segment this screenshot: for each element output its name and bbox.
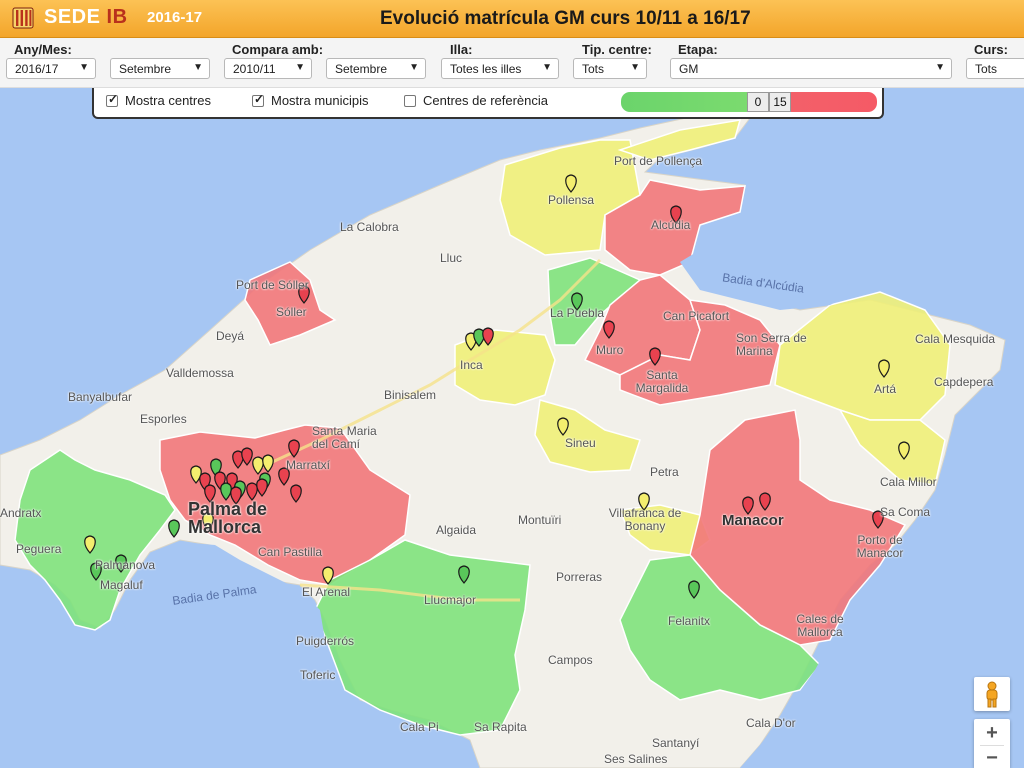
mostra-municipis-label: Mostra municipis bbox=[271, 93, 369, 108]
pegman-icon bbox=[986, 681, 998, 708]
town-label: Puigderrós bbox=[296, 634, 355, 648]
town-label: Campos bbox=[548, 653, 593, 667]
town-label: Binisalem bbox=[384, 388, 437, 402]
town-label: Sineu bbox=[565, 436, 596, 450]
town-label: Sa Coma bbox=[880, 505, 931, 519]
town-label: Sóller bbox=[276, 305, 307, 319]
town-label: Algaida bbox=[436, 523, 477, 537]
coat-of-arms-icon bbox=[12, 7, 34, 29]
town-label: Cala Pi bbox=[400, 720, 439, 734]
page-title: Evolució matrícula GM curs 10/11 a 16/17 bbox=[380, 8, 751, 29]
town-label: Felanitx bbox=[668, 614, 711, 628]
town-label: Pollensa bbox=[548, 193, 595, 207]
etapa-select[interactable]: GM ▼ bbox=[670, 58, 952, 79]
town-label: Son Serra de Marina bbox=[736, 331, 807, 358]
zoom-in-button[interactable]: + bbox=[974, 721, 1010, 745]
town-label: Alcúdia bbox=[651, 218, 691, 232]
mostra-centres-checkbox[interactable] bbox=[106, 92, 118, 107]
town-label: Artá bbox=[874, 382, 897, 396]
street-view-pegman-button[interactable] bbox=[974, 677, 1010, 711]
filter-bar: Any/Mes: 2016/17 ▼ Setembre ▼ Compara amb:… bbox=[0, 38, 1024, 88]
town-label: Montuïri bbox=[518, 513, 562, 527]
town-label-manacor: Manacor bbox=[722, 512, 784, 529]
tip-centre-label: Tip. centre: bbox=[582, 42, 652, 57]
town-label: Porreras bbox=[556, 570, 603, 584]
compara-mes-select[interactable]: Setembre ▼ bbox=[326, 58, 426, 79]
town-label: Toferic bbox=[300, 668, 336, 682]
town-label: Andratx bbox=[0, 506, 42, 520]
chevron-down-icon: ▼ bbox=[630, 62, 640, 73]
range-low-value[interactable]: 0 bbox=[747, 92, 769, 112]
town-label: Villafranca de Bonany bbox=[608, 506, 682, 533]
town-label: Can Picafort bbox=[663, 309, 730, 323]
town-label: El Arenal bbox=[302, 585, 351, 599]
town-label: Capdepera bbox=[934, 375, 994, 389]
map-layer bbox=[0, 114, 1024, 768]
zoom-control: + − bbox=[974, 719, 1010, 768]
town-label: Santanyí bbox=[652, 736, 700, 750]
brand-logo[interactable]: SEDE IB bbox=[44, 6, 128, 29]
town-label: Muro bbox=[596, 343, 624, 357]
town-label: Port de Pollença bbox=[614, 154, 703, 168]
town-label: La Puebla bbox=[550, 306, 605, 320]
town-label: Valldemossa bbox=[166, 366, 234, 380]
compara-label: Compara amb: bbox=[232, 42, 324, 57]
mes-select[interactable]: Setembre ▼ bbox=[110, 58, 210, 79]
town-label: Llucmajor bbox=[424, 593, 477, 607]
chevron-down-icon: ▼ bbox=[79, 62, 89, 73]
town-label: Lluc bbox=[440, 251, 463, 265]
zoom-out-button[interactable]: − bbox=[974, 746, 1010, 768]
school-year: 2016-17 bbox=[147, 9, 203, 26]
chevron-down-icon: ▼ bbox=[193, 62, 203, 73]
centres-referencia-label: Centres de referència bbox=[423, 93, 549, 108]
town-label: Palmanova bbox=[95, 558, 156, 572]
town-label: Ses Salines bbox=[604, 752, 668, 766]
town-label-palma: Palma de Mallorca bbox=[188, 499, 268, 537]
town-label: Cala Mesquida bbox=[915, 332, 996, 346]
chevron-down-icon: ▼ bbox=[409, 62, 419, 73]
town-label: Sa Rapita bbox=[474, 720, 527, 734]
curs-select[interactable]: Tots bbox=[966, 58, 1024, 79]
tip-centre-select[interactable]: Tots ▼ bbox=[573, 58, 647, 79]
town-label: Santa Margalida bbox=[635, 368, 689, 395]
illa-select[interactable]: Totes les illes ▼ bbox=[441, 58, 559, 79]
chevron-down-icon: ▼ bbox=[542, 62, 552, 73]
town-label: Inca bbox=[460, 358, 483, 372]
header-bar: SEDE IB 2016-17 Evolució matrícula GM cu… bbox=[0, 0, 1024, 38]
any-select[interactable]: 2016/17 ▼ bbox=[6, 58, 96, 79]
chevron-down-icon: ▼ bbox=[935, 62, 945, 73]
chevron-down-icon: ▼ bbox=[295, 62, 305, 73]
town-label: Magaluf bbox=[100, 578, 143, 592]
town-label: Petra bbox=[650, 465, 679, 479]
town-label: Port de Sóller bbox=[236, 278, 309, 292]
town-label: Marratxí bbox=[286, 458, 331, 472]
centres-referencia-checkbox[interactable] bbox=[404, 95, 416, 107]
town-label: La Calobra bbox=[340, 220, 399, 234]
range-high-value[interactable]: 15 bbox=[769, 92, 791, 112]
compara-any-select[interactable]: 2010/11 ▼ bbox=[224, 58, 312, 79]
mostra-centres-label: Mostra centres bbox=[125, 93, 211, 108]
town-label: Banyalbufar bbox=[68, 390, 133, 404]
town-label: Esporles bbox=[140, 412, 187, 426]
town-label: Santa Maria del Camí bbox=[312, 424, 377, 451]
map-canvas[interactable]: Port de Pollença Pollensa Alcúdia La Cal… bbox=[0, 88, 1024, 768]
map-control-panel: Mostra centres Mostra municipis Centres … bbox=[92, 88, 884, 119]
mostra-municipis-checkbox[interactable] bbox=[252, 92, 264, 107]
town-label: Cala D'or bbox=[746, 716, 796, 730]
town-label: Porto de Manacor bbox=[856, 533, 904, 560]
town-label: Deyá bbox=[216, 329, 245, 343]
town-label: Cales de Mallorca bbox=[796, 612, 844, 639]
town-label: Peguera bbox=[16, 542, 62, 556]
town-label: Cala Millor bbox=[880, 475, 937, 489]
any-mes-label: Any/Mes: bbox=[14, 42, 72, 57]
etapa-label: Etapa: bbox=[678, 42, 718, 57]
town-label: Can Pastilla bbox=[258, 545, 323, 559]
curs-label: Curs: bbox=[974, 42, 1008, 57]
illa-label: Illa: bbox=[450, 42, 473, 57]
